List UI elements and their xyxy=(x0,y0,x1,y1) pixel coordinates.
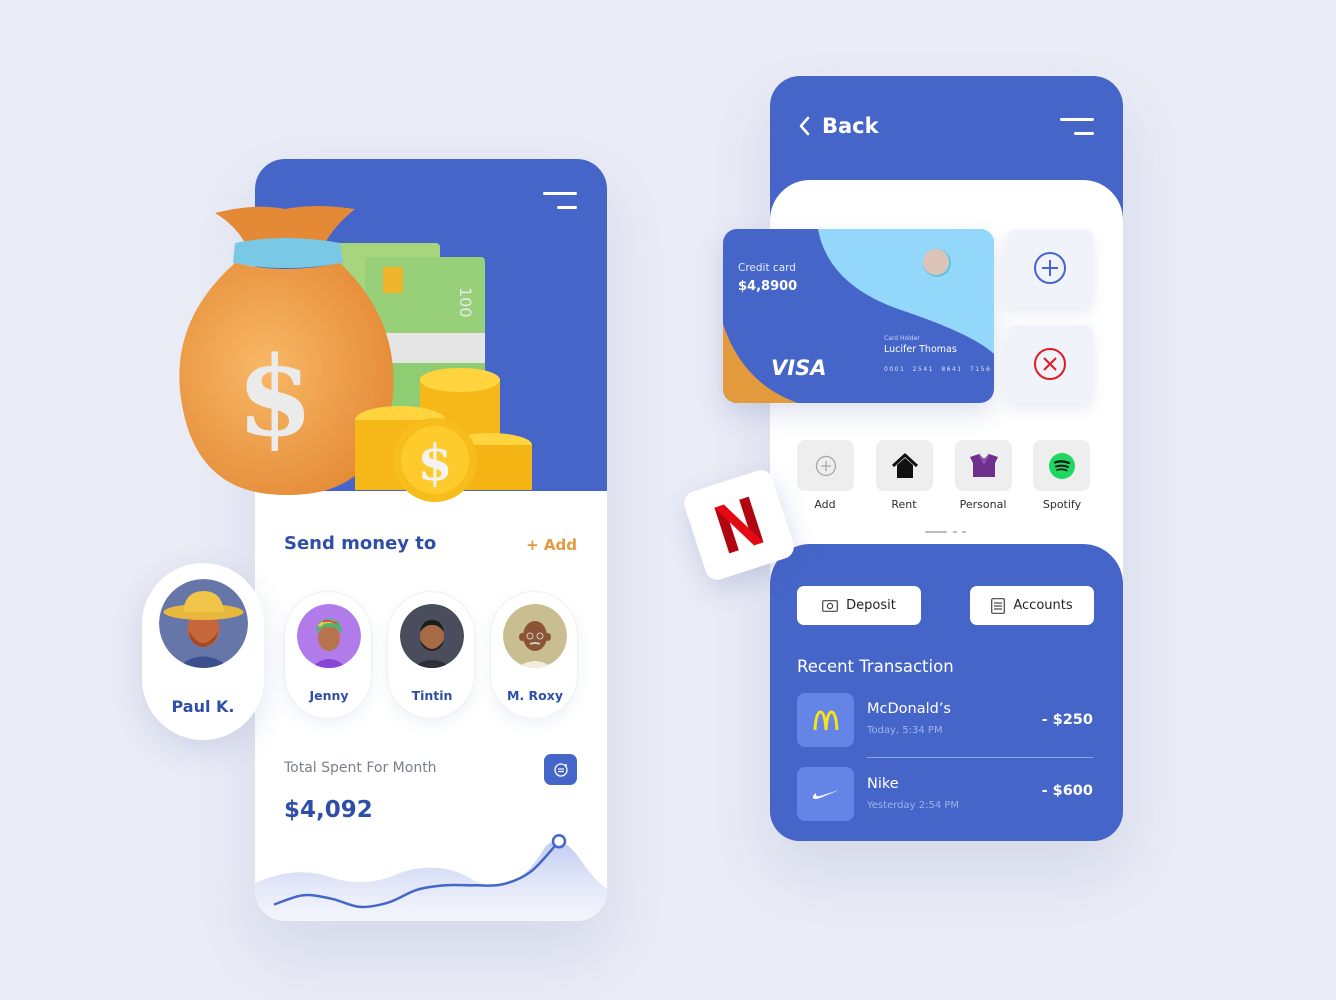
transaction-merchant: McDonald’s xyxy=(867,701,951,717)
chart-current-point[interactable] xyxy=(551,833,567,849)
pager-dot[interactable] xyxy=(953,531,957,533)
exchange-icon xyxy=(553,762,568,777)
transaction-merchant: Nike xyxy=(867,776,899,792)
accounts-label: Accounts xyxy=(1013,598,1073,613)
netflix-icon xyxy=(714,496,764,554)
hamburger-menu-icon[interactable] xyxy=(543,192,577,210)
pager-dot-active[interactable] xyxy=(925,531,947,533)
back-button[interactable]: Back xyxy=(798,114,879,138)
remove-card-button[interactable] xyxy=(1007,325,1093,403)
svg-text:$: $ xyxy=(237,332,314,461)
category-rent[interactable] xyxy=(876,440,933,491)
transaction-row[interactable]: Nike Yesterday 2:54 PM - $600 xyxy=(770,767,1123,823)
transaction-amount: - $250 xyxy=(1041,712,1093,728)
deposit-button[interactable]: Deposit xyxy=(797,586,921,625)
svg-text:100: 100 xyxy=(456,287,475,318)
featured-contact-paul[interactable]: Paul K. xyxy=(142,563,264,740)
close-circle-icon xyxy=(1034,348,1066,380)
category-add[interactable] xyxy=(797,440,854,491)
avatar-man-beard xyxy=(400,604,464,668)
category-label: Personal xyxy=(959,498,1007,511)
plus-circle-icon xyxy=(1034,252,1066,284)
plus-circle-icon xyxy=(815,455,836,476)
spending-chart xyxy=(255,833,607,921)
contact-m-roxy[interactable]: M. Roxy xyxy=(490,591,578,719)
avatar-old-man-glasses xyxy=(503,604,567,668)
cash-icon xyxy=(822,599,839,612)
category-spotify[interactable] xyxy=(1033,440,1090,491)
category-label: Rent xyxy=(891,498,917,511)
category-personal[interactable] xyxy=(955,440,1012,491)
transaction-time: Yesterday 2:54 PM xyxy=(867,800,960,811)
add-card-button[interactable] xyxy=(1007,229,1093,307)
divider xyxy=(867,757,1093,758)
house-icon xyxy=(891,453,918,478)
exchange-button[interactable] xyxy=(544,754,577,785)
card-balance: $4,8900 xyxy=(738,279,798,294)
category-label: Spotify xyxy=(1042,498,1082,511)
hamburger-menu-icon[interactable] xyxy=(1060,118,1094,136)
transaction-time: Today, 5:34 PM xyxy=(867,725,943,736)
chart-background-wave xyxy=(255,841,607,921)
nike-icon xyxy=(797,767,854,821)
card-holder-label: Card Holder xyxy=(884,335,920,342)
contact-name: Tintin xyxy=(411,688,453,703)
credit-card[interactable]: Credit card $4,8900 Card Holder Lucifer … xyxy=(723,229,994,403)
deposit-label: Deposit xyxy=(846,598,896,613)
contact-tintin[interactable]: Tintin xyxy=(387,591,475,719)
svg-text:$: $ xyxy=(418,433,453,492)
visa-logo: VISA xyxy=(771,356,827,380)
back-label: Back xyxy=(822,114,879,138)
card-type-label: Credit card xyxy=(738,262,796,274)
avatar-woman-rainbow-hair xyxy=(297,604,361,668)
avatar-man-straw-hat xyxy=(159,579,248,668)
contact-jenny[interactable]: Jenny xyxy=(284,591,372,719)
contact-name: Jenny xyxy=(309,688,349,703)
transaction-row[interactable]: McDonald’s Today, 5:34 PM - $250 xyxy=(770,693,1123,749)
contact-name: M. Roxy xyxy=(507,688,563,703)
card-holder-name: Lucifer Thomas xyxy=(884,344,957,355)
cards-screen: Back Add Rent Personal Spotify Deposit A… xyxy=(770,76,1123,841)
category-label: Add xyxy=(814,498,836,511)
money-bag-illustration: 100 $ $ xyxy=(179,206,532,502)
recent-transaction-title: Recent Transaction xyxy=(797,657,954,676)
add-contact-button[interactable]: + Add xyxy=(526,536,577,554)
contact-name: Paul K. xyxy=(171,697,235,716)
pager-dot[interactable] xyxy=(962,531,966,533)
chevron-left-icon xyxy=(799,116,810,136)
card-number: 0001 2541 8641 7156 xyxy=(884,366,992,373)
accounts-icon xyxy=(991,597,1006,614)
card-background-shapes xyxy=(723,229,994,403)
accounts-button[interactable]: Accounts xyxy=(970,586,1094,625)
total-spent-label: Total Spent For Month xyxy=(284,760,437,776)
transaction-amount: - $600 xyxy=(1041,783,1093,799)
mcdonalds-icon xyxy=(797,693,854,747)
card-chip-circle xyxy=(923,249,949,275)
spotify-icon xyxy=(1048,452,1075,479)
box-icon xyxy=(969,453,998,477)
send-money-title: Send money to xyxy=(284,533,437,554)
